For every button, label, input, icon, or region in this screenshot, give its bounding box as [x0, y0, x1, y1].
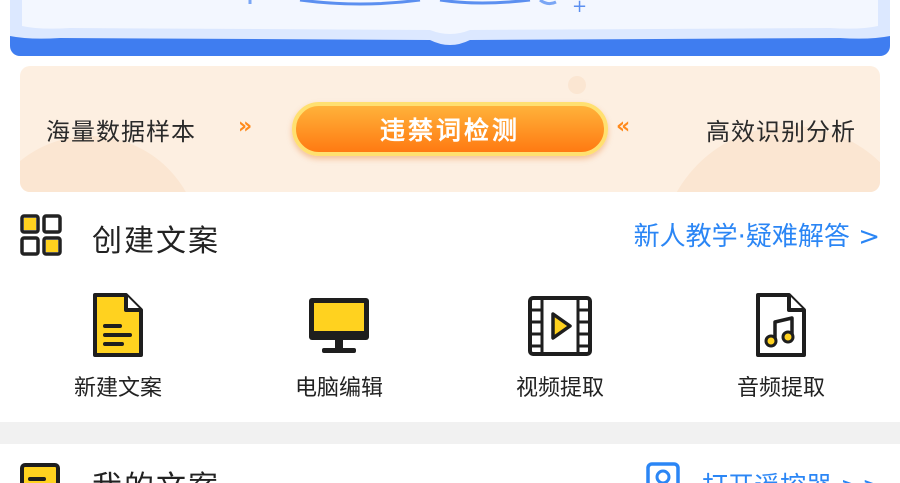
video-icon [528, 296, 592, 356]
template-grid-icon [20, 214, 62, 256]
book-banner: + [0, 0, 900, 60]
open-remote-link[interactable]: 打开遥控器 >> [702, 466, 884, 483]
audio-file-icon [756, 293, 806, 357]
monitor-icon [309, 298, 369, 353]
tool-label: 电脑编辑 [294, 376, 383, 401]
remote-control-icon[interactable] [646, 462, 680, 483]
promo-right-text: 高效识别分析 [706, 118, 856, 146]
promo-decoration [568, 76, 586, 94]
video-extract-button[interactable]: 视频提取 [480, 292, 640, 404]
tool-label: 新建文案 [73, 376, 162, 401]
chevron-right-icon: » [238, 114, 252, 139]
tool-label: 视频提取 [515, 376, 604, 401]
svg-text:+: + [572, 0, 587, 17]
computer-edit-button[interactable]: 电脑编辑 [259, 292, 419, 404]
tool-label: 音频提取 [736, 376, 825, 401]
my-documents-icon [20, 463, 60, 483]
banned-word-detect-button[interactable]: 违禁词检测 [292, 102, 608, 156]
new-document-button[interactable]: 新建文案 [38, 292, 198, 404]
create-section-title: 创建文案 [92, 224, 220, 259]
help-link[interactable]: 新人教学·疑难解答 > [634, 216, 880, 253]
section-divider [0, 422, 900, 444]
audio-extract-button[interactable]: 音频提取 [701, 292, 861, 404]
promo-banner: 海量数据样本 » 违禁词检测 « 高效识别分析 [20, 66, 880, 192]
open-book-illustration: + [10, 0, 890, 56]
promo-left-text: 海量数据样本 [46, 118, 196, 146]
my-documents-title: 我的文案 [92, 462, 220, 483]
chevron-left-icon: « [616, 114, 630, 139]
new-document-icon [93, 293, 143, 357]
